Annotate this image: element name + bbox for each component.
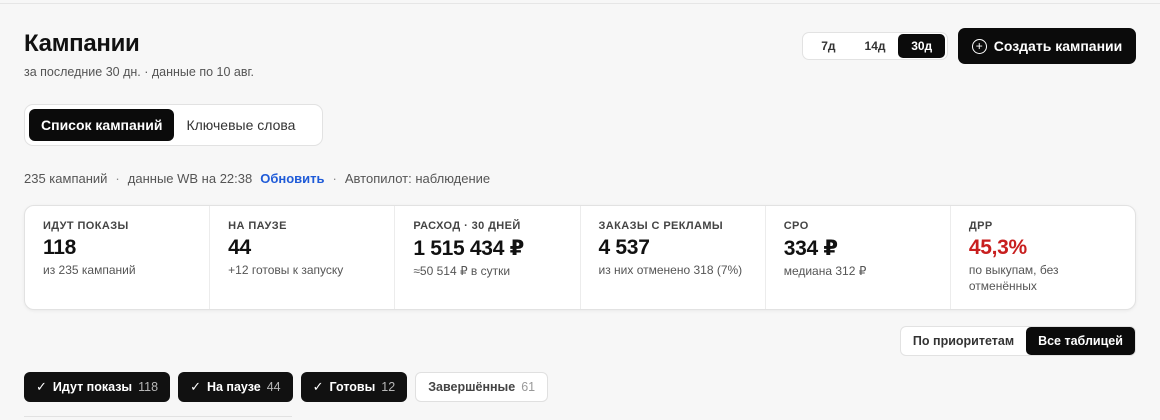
stat-value: 1 515 434 ₽ <box>413 237 524 260</box>
stat-value: 44 <box>228 236 251 259</box>
stat-label: РАСХОД · 30 ДНЕЙ <box>413 220 521 232</box>
period-7d-button[interactable]: 7д <box>805 34 852 58</box>
stat-value: 45,3% <box>968 236 1027 259</box>
stat-paused: НА ПАУЗЕ 44 +12 готовы к запуску <box>210 206 396 309</box>
stat-drr: ДРР 45,3% по выкупам, без отменённых <box>951 206 1135 309</box>
campaign-count: 235 кампаний <box>24 171 108 186</box>
by-priority-button[interactable]: По приоритетам <box>901 327 1026 355</box>
chip-label: Готовы <box>329 380 376 394</box>
check-icon: ✓ <box>312 379 324 394</box>
chip-label: Идут показы <box>52 380 133 394</box>
tab-campaign-list[interactable]: Список кампаний <box>29 109 175 141</box>
stat-sub: +12 готовы к запуску <box>228 263 344 277</box>
chip-label: Завершённые <box>428 380 516 394</box>
stat-label: CPO <box>783 220 809 232</box>
stat-label: ЗАКАЗЫ С РЕКЛАМЫ <box>598 220 724 232</box>
refresh-link[interactable]: Обновить <box>260 171 324 186</box>
stat-active: ИДУТ ПОКАЗЫ 118 из 235 кампаний <box>25 206 211 309</box>
stat-cpo: CPO 334 ₽ медиана 312 ₽ <box>766 206 951 309</box>
chip-count: 118 <box>138 380 159 394</box>
data-timestamp: данные WB на 22:38 <box>127 171 253 186</box>
separator-dot: · <box>115 171 120 186</box>
stat-sub: медиана 312 ₽ <box>783 264 867 278</box>
chip-count: 12 <box>381 380 396 394</box>
page-title: Кампании <box>24 30 140 57</box>
filter-chip-active[interactable]: ✓ Идут показы 118 <box>24 372 171 402</box>
layout-toggle: По приоритетам Все таблицей <box>900 326 1136 356</box>
plus-circle-icon: + <box>971 38 987 54</box>
stat-spend: РАСХОД · 30 ДНЕЙ 1 515 434 ₽ ≈50 514 ₽ в… <box>395 206 581 309</box>
filter-chip-finished[interactable]: Завершённые 61 <box>415 372 549 402</box>
autopilot-status: Автопилот: наблюдение <box>344 171 491 186</box>
stats-panel: ИДУТ ПОКАЗЫ 118 из 235 кампаний НА ПАУЗЕ… <box>24 205 1136 310</box>
create-campaign-button[interactable]: + Создать кампании <box>958 28 1136 64</box>
chip-count: 61 <box>521 380 536 394</box>
chip-label: На паузе <box>206 380 261 394</box>
stat-value: 118 <box>43 236 76 259</box>
period-selector: 7д 14д 30д <box>802 32 948 60</box>
check-icon: ✓ <box>190 379 201 394</box>
stat-label: НА ПАУЗЕ <box>228 220 287 232</box>
check-icon: ✓ <box>36 379 47 394</box>
content-edge <box>24 416 292 420</box>
tab-keywords[interactable]: Ключевые слова <box>174 109 307 141</box>
table-view-button[interactable]: Все таблицей <box>1026 327 1135 355</box>
stat-label: ДРР <box>968 220 993 232</box>
status-line: 235 кампаний · данные WB на 22:38 Обнови… <box>24 171 490 186</box>
stat-sub: ≈50 514 ₽ в сутки <box>413 264 511 278</box>
chip-count: 44 <box>266 380 281 394</box>
stat-sub: из 235 кампаний <box>43 263 136 277</box>
stat-orders: ЗАКАЗЫ С РЕКЛАМЫ 4 537 из них отменено 3… <box>581 206 766 309</box>
page-subtitle: за последние 30 дн. · данные по 10 авг. <box>24 65 254 79</box>
view-tabs: Список кампаний Ключевые слова <box>24 104 323 146</box>
stat-sub: по выкупам, без отменённых <box>968 263 1059 293</box>
stat-value: 4 537 <box>598 236 650 259</box>
separator-dot: · <box>332 171 337 186</box>
stat-value: 334 ₽ <box>783 237 838 260</box>
period-30d-button[interactable]: 30д <box>898 34 946 58</box>
stat-sub: из них отменено 318 (7%) <box>598 263 743 277</box>
filter-chip-ready[interactable]: ✓ Готовы 12 <box>300 372 408 402</box>
top-divider <box>0 3 1160 4</box>
stat-label: ИДУТ ПОКАЗЫ <box>43 220 129 232</box>
create-campaign-label: Создать кампании <box>993 38 1123 54</box>
filter-chips: ✓ Идут показы 118 ✓ На паузе 44 ✓ Готовы… <box>24 372 549 402</box>
filter-chip-paused[interactable]: ✓ На паузе 44 <box>178 372 293 402</box>
period-14d-button[interactable]: 14д <box>852 34 899 58</box>
